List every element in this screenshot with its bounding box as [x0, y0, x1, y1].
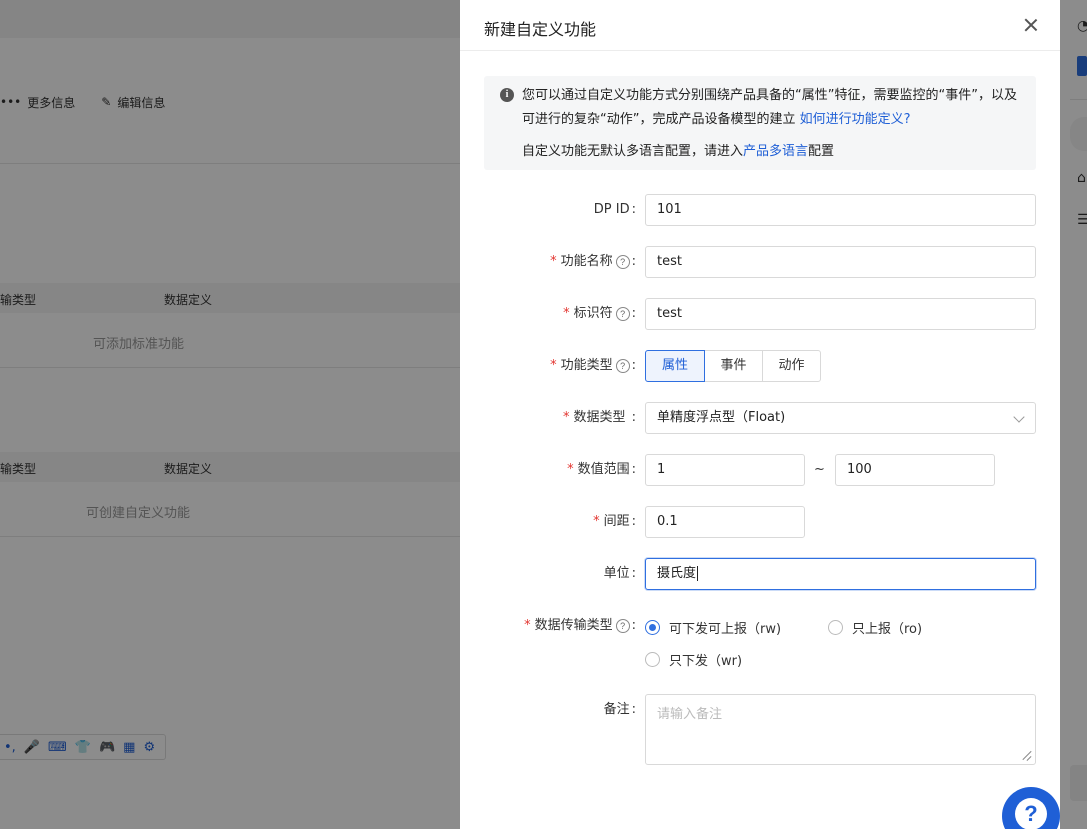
- new-custom-function-drawer: 新建自定义功能 i 您可以通过自定义功能方式分别围绕产品具备的“属性”特征，需要…: [460, 0, 1060, 829]
- dp-id-row: DP ID: 101: [484, 194, 1036, 226]
- question-icon: ?: [1015, 798, 1047, 829]
- type-action-button[interactable]: 动作: [762, 350, 821, 382]
- radio-wr[interactable]: 只下发（wr): [645, 650, 742, 669]
- required-mark: *: [524, 618, 531, 633]
- required-mark: *: [593, 514, 600, 529]
- required-mark: *: [550, 358, 557, 373]
- identifier-label: * 标识符?:: [563, 298, 636, 330]
- info-line-2: 自定义功能无默认多语言配置，请进入产品多语言配置: [522, 140, 1022, 164]
- help-icon[interactable]: ?: [615, 359, 630, 373]
- label-text: 间距: [603, 514, 630, 529]
- transfer-type-row: * 数据传输类型?: 可下发可上报（rw) 只上报（ro) 只下发（wr): [484, 610, 1036, 669]
- function-name-label: * 功能名称?:: [550, 246, 636, 278]
- value-range-row: * 数值范围: 1 ~ 100: [484, 454, 1036, 486]
- required-mark: *: [562, 410, 570, 425]
- radio-label: 只上报（ro): [852, 622, 923, 637]
- radio-rw[interactable]: 可下发可上报（rw): [645, 618, 781, 637]
- help-icon[interactable]: ?: [615, 255, 630, 269]
- step-label: * 间距:: [593, 506, 636, 538]
- info-text: 自定义功能无默认多语言配置，请进入: [522, 144, 744, 159]
- unit-row: 单位: 摄氏度: [484, 558, 1036, 590]
- function-name-row: * 功能名称?: test: [484, 246, 1036, 278]
- required-mark: *: [563, 306, 570, 321]
- radio-ro[interactable]: 只上报（ro): [828, 618, 922, 637]
- text-caret: [697, 566, 699, 581]
- required-mark: *: [567, 462, 574, 477]
- label-text: 备注: [603, 702, 630, 717]
- type-property-button[interactable]: 属性: [645, 350, 705, 382]
- range-min-input[interactable]: 1: [645, 454, 805, 486]
- type-event-button[interactable]: 事件: [704, 350, 763, 382]
- radio-unchecked-icon: [828, 620, 843, 635]
- label-text: DP ID: [593, 202, 630, 217]
- product-multilang-link[interactable]: 产品多语言: [743, 144, 808, 159]
- drawer-title: 新建自定义功能: [484, 20, 597, 39]
- help-icon[interactable]: ?: [615, 619, 630, 633]
- info-text: 您可以通过自定义功能方式分别围绕产品具备的“属性”特征，需要监控的“事件”，以及…: [522, 88, 1017, 127]
- step-row: * 间距: 0.1: [484, 506, 1036, 538]
- value-range-label: * 数值范围:: [567, 454, 636, 486]
- label-text: 数据类型: [573, 410, 626, 425]
- remark-row: 备注: 请输入备注: [484, 694, 1036, 765]
- label-text: 单位: [603, 566, 630, 581]
- transfer-type-label: * 数据传输类型?:: [524, 610, 636, 642]
- data-type-row: * 数据类型 : 单精度浮点型（Float): [484, 402, 1036, 434]
- step-input[interactable]: 0.1: [645, 506, 805, 538]
- help-icon[interactable]: ?: [615, 307, 630, 321]
- drawer-header: 新建自定义功能: [460, 0, 1060, 51]
- function-type-segmented: 属性 事件 动作: [645, 350, 821, 382]
- info-notice: i 您可以通过自定义功能方式分别围绕产品具备的“属性”特征，需要监控的“事件”，…: [484, 76, 1036, 170]
- data-type-value: 单精度浮点型（Float): [657, 410, 786, 425]
- range-separator: ~: [814, 462, 825, 477]
- info-text: 配置: [808, 144, 835, 159]
- label-text: 数值范围: [577, 462, 630, 477]
- function-name-input[interactable]: test: [645, 246, 1036, 278]
- remark-textarea[interactable]: 请输入备注: [645, 694, 1036, 765]
- remark-label: 备注:: [604, 694, 636, 726]
- data-type-label: * 数据类型 :: [563, 402, 636, 434]
- radio-checked-icon: [645, 620, 660, 635]
- dp-id-input[interactable]: 101: [645, 194, 1036, 226]
- unit-value: 摄氏度: [657, 566, 697, 581]
- info-icon: i: [500, 88, 514, 102]
- identifier-input[interactable]: test: [645, 298, 1036, 330]
- label-text: 标识符: [573, 306, 613, 321]
- label-text: 数据传输类型: [534, 618, 613, 633]
- dp-id-label: DP ID:: [594, 194, 636, 226]
- radio-label: 只下发（wr): [669, 654, 743, 669]
- required-mark: *: [550, 254, 557, 269]
- identifier-row: * 标识符?: test: [484, 298, 1036, 330]
- range-max-input[interactable]: 100: [835, 454, 995, 486]
- radio-unchecked-icon: [645, 652, 660, 667]
- function-type-row: * 功能类型?: 属性 事件 动作: [484, 350, 1036, 382]
- how-to-define-link[interactable]: 如何进行功能定义?: [800, 112, 911, 127]
- unit-label: 单位:: [604, 558, 636, 590]
- radio-label: 可下发可上报（rw): [669, 622, 782, 637]
- info-line-1: 您可以通过自定义功能方式分别围绕产品具备的“属性”特征，需要监控的“事件”，以及…: [522, 84, 1022, 132]
- function-type-label: * 功能类型?:: [550, 350, 636, 382]
- close-icon[interactable]: [1022, 16, 1040, 34]
- resize-handle-icon[interactable]: [1021, 749, 1033, 761]
- data-type-select[interactable]: 单精度浮点型（Float): [645, 402, 1036, 434]
- chevron-down-icon: [1013, 411, 1025, 423]
- label-text: 功能类型: [560, 358, 613, 373]
- label-text: 功能名称: [560, 254, 613, 269]
- unit-input[interactable]: 摄氏度: [645, 558, 1036, 590]
